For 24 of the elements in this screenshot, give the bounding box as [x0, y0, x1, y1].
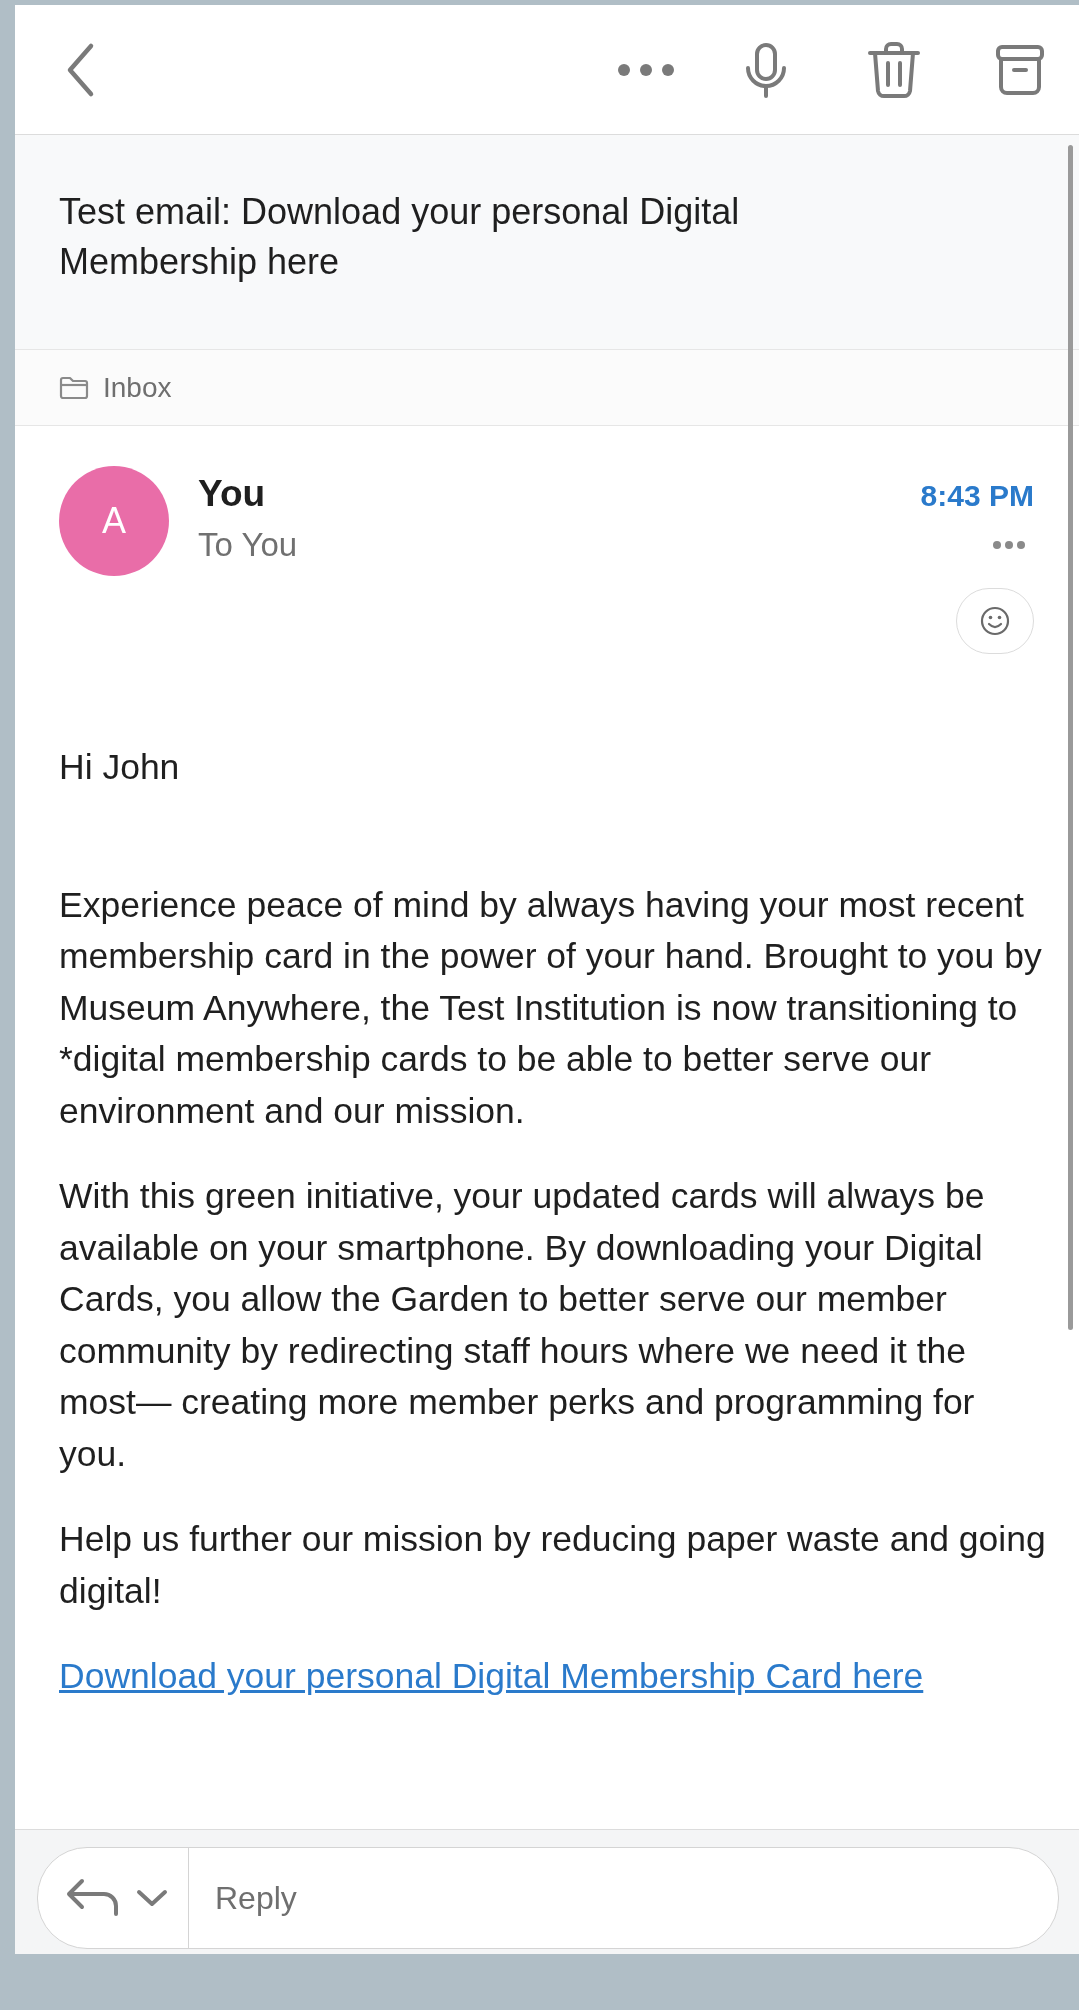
sent-time: 8:43 PM: [920, 478, 1034, 514]
email-subject: Test email: Download your personal Digital Membership here: [59, 190, 741, 284]
folder-label[interactable]: Inbox: [103, 371, 172, 404]
more-icon[interactable]: [617, 61, 675, 78]
avatar: A: [59, 466, 169, 576]
folder-icon: [59, 375, 89, 400]
microphone-icon[interactable]: [745, 41, 787, 98]
more-icon[interactable]: [992, 540, 1026, 550]
reply-input[interactable]: Reply: [189, 1848, 1058, 1948]
trash-icon[interactable]: [867, 40, 921, 99]
scrollbar[interactable]: [1068, 145, 1073, 1330]
back-icon[interactable]: [65, 41, 95, 98]
greeting-text: Hi John: [59, 746, 181, 789]
recipient-line: To You: [198, 525, 299, 565]
reply-field[interactable]: Reply: [37, 1847, 1059, 1949]
sender-name: You: [198, 472, 267, 516]
body-paragraph: Experience peace of mind by always having your most recent membership card in the power of your hand. Brought to you by Museum Anywhere, the Test Institution is now transitioning to *digital membership cards to be able to better serve our environment and our mission.: [59, 883, 1043, 1133]
body-paragraph: Help us further our mission by reducing paper waste and going digital!: [59, 1518, 1047, 1613]
body-paragraph: With this green initiative, your updated cards will always be available on your smartphone. By downloading your Digital Cards, you allow the Garden to better serve our member community by redirecting staff hours where we need it the most— creating more member perks and programming for you.: [59, 1175, 986, 1476]
smiley-icon: [979, 605, 1011, 637]
chevron-down-icon[interactable]: [136, 1888, 168, 1908]
archive-icon[interactable]: [995, 43, 1045, 96]
reply-icon[interactable]: [66, 1878, 120, 1918]
download-link[interactable]: Download your personal Digital Membership Card here: [59, 1656, 924, 1696]
